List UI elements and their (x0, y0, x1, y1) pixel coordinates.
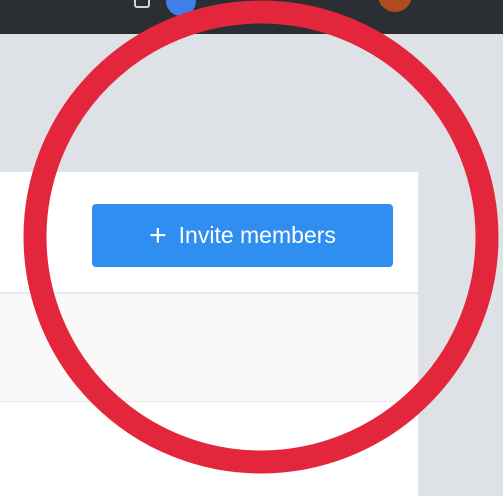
members-list-header (0, 294, 418, 402)
members-list (0, 402, 418, 496)
plus-icon: + (149, 218, 167, 252)
invite-members-button[interactable]: + Invite members (92, 204, 393, 267)
invite-members-label: Invite members (178, 222, 336, 248)
members-card-header: + Invite members (0, 172, 418, 294)
app-viewport: + Invite members (0, 0, 503, 496)
top-app-bar (0, 0, 503, 34)
window-icon[interactable] (134, 0, 150, 8)
app-badge-icon[interactable] (166, 0, 196, 16)
user-avatar[interactable] (378, 0, 412, 12)
members-card: + Invite members (0, 172, 418, 496)
